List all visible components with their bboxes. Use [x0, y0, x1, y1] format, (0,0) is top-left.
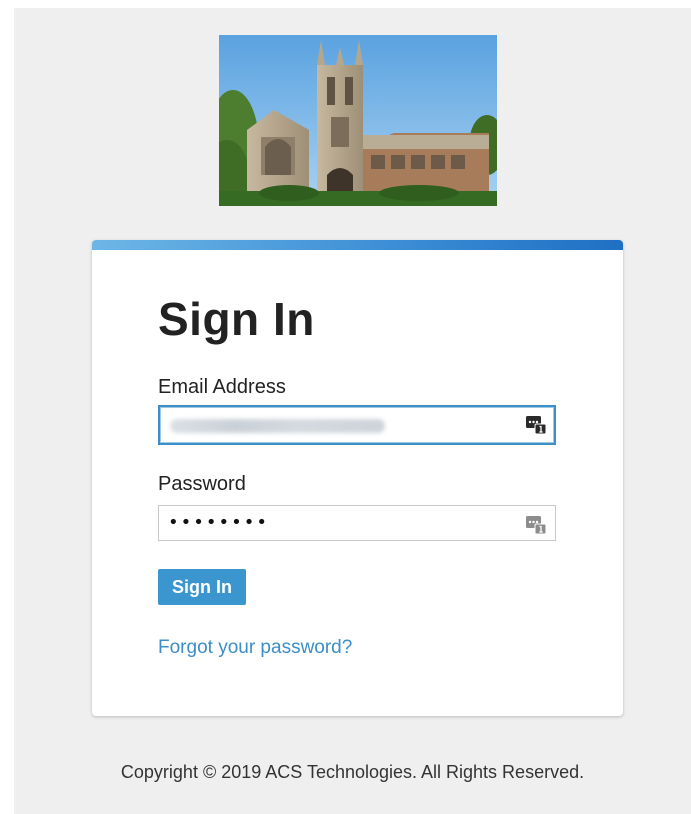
church-building-photo	[219, 35, 497, 206]
password-label: Password	[158, 473, 246, 495]
password-manager-icon[interactable]	[525, 415, 547, 435]
forgot-password-link[interactable]: Forgot your password?	[158, 637, 352, 659]
card-accent-bar	[92, 240, 623, 250]
email-label: Email Address	[158, 376, 286, 398]
sign-in-card: Sign In Email Address Password ••••••••	[92, 240, 623, 716]
redacted-email-value	[170, 419, 385, 433]
page-background: Sign In Email Address Password ••••••••	[14, 8, 691, 814]
copyright-footer: Copyright © 2019 ACS Technologies. All R…	[120, 762, 585, 782]
password-manager-icon[interactable]	[525, 515, 547, 535]
email-field[interactable]	[158, 405, 556, 445]
password-masked-value: ••••••••	[168, 512, 269, 533]
sign-in-button[interactable]: Sign In	[158, 569, 246, 605]
page-title: Sign In	[158, 293, 315, 345]
password-field[interactable]: ••••••••	[158, 505, 556, 541]
